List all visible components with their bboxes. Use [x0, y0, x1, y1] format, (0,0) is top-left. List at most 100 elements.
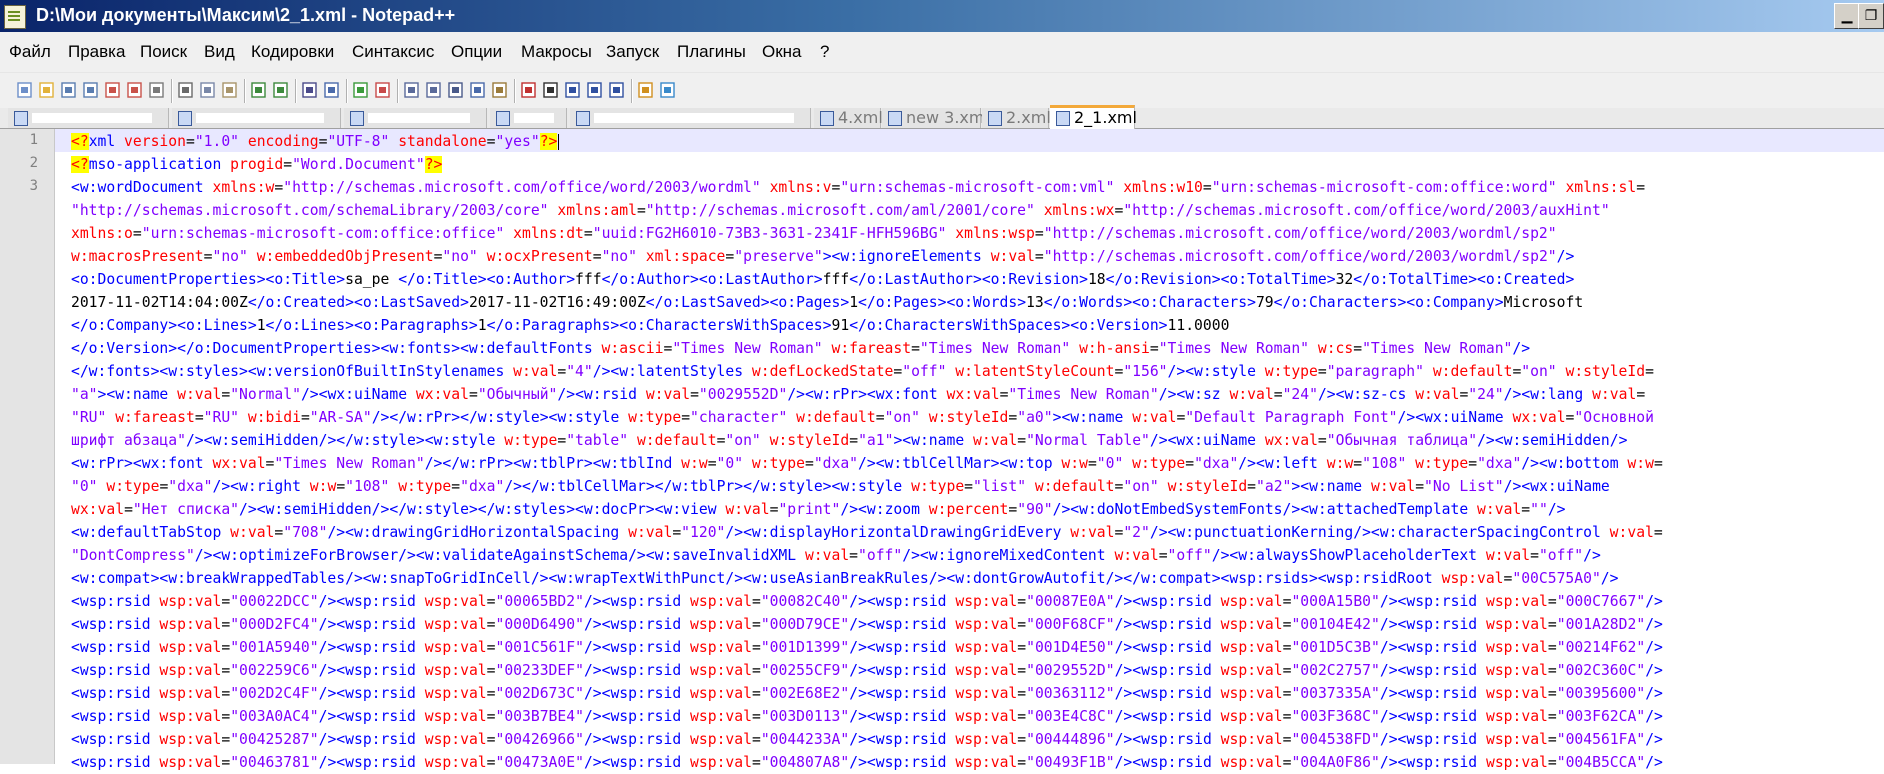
- tab-new-3-xml[interactable]: new 3.xml: [882, 108, 989, 128]
- macro-stop-icon[interactable]: [542, 80, 560, 100]
- code-token: /><wsp:rsid: [583, 754, 682, 771]
- code-token: =: [1176, 409, 1186, 426]
- code-token: "No List": [1424, 478, 1504, 495]
- code-token: 79: [1255, 294, 1274, 311]
- undo-icon[interactable]: [250, 80, 268, 100]
- code-token: "90": [1017, 501, 1053, 518]
- code-token: "uuid:FG2H6010-73B3-3631-2341F-HFH596BG": [592, 225, 947, 242]
- zoom-out-icon[interactable]: [374, 80, 392, 100]
- menu-options[interactable]: Опции: [451, 42, 502, 62]
- code-token: /><wsp:rsid: [849, 662, 947, 679]
- tab-redacted-1[interactable]: [8, 108, 169, 128]
- macro-save-icon[interactable]: [608, 80, 626, 100]
- code-token: wsp:val: [946, 616, 1018, 633]
- document-icon: [888, 111, 902, 126]
- code-token: /><wsp:rsid: [1379, 754, 1478, 771]
- tab-redacted-4[interactable]: [490, 108, 567, 128]
- code-token: =: [681, 409, 691, 426]
- sync-horizontal-icon[interactable]: [425, 80, 443, 100]
- code-token: 1: [477, 317, 487, 334]
- code-token: wsp:val: [1477, 662, 1548, 679]
- code-token: =: [221, 386, 231, 403]
- code-token: /><wsp:rsid: [849, 731, 947, 748]
- code-token: "Times New Roman": [672, 340, 823, 357]
- zoom-in-icon[interactable]: [352, 80, 370, 100]
- document-icon: [988, 111, 1002, 126]
- minimize-button[interactable]: ▁: [1834, 3, 1860, 29]
- menu-view[interactable]: Вид: [204, 42, 235, 62]
- code-token: w:w: [300, 478, 337, 495]
- tab-redacted-2[interactable]: [172, 108, 341, 128]
- menu-file[interactable]: Файл: [9, 42, 51, 62]
- code-token: =: [557, 432, 567, 449]
- code-token: "print": [778, 501, 841, 518]
- tab-redacted-5[interactable]: [570, 108, 811, 128]
- menu-syntax[interactable]: Синтаксис: [352, 42, 434, 62]
- new-file-icon[interactable]: [16, 80, 34, 100]
- menu-window[interactable]: Окна: [762, 42, 802, 62]
- redo-icon[interactable]: [272, 80, 290, 100]
- code-line: <w:compat><w:breakWrappedTables/><w:snap…: [71, 567, 1618, 590]
- code-token: =: [1017, 616, 1027, 633]
- menu-run[interactable]: Запуск: [606, 42, 659, 62]
- code-token: w:default: [1026, 478, 1115, 495]
- code-token: =: [1653, 524, 1663, 541]
- open-file-icon[interactable]: [38, 80, 56, 100]
- menu-encoding[interactable]: Кодировки: [251, 42, 334, 62]
- spell-check-icon[interactable]: [659, 80, 677, 100]
- code-token: /><w:latentStyles: [592, 363, 744, 380]
- code-line: <?xml version="1.0" encoding="UTF-8" sta…: [71, 130, 560, 153]
- paste-icon[interactable]: [221, 80, 239, 100]
- menu-bar: Файл Правка Поиск Вид Кодировки Синтакси…: [0, 32, 1884, 72]
- code-token: шрифт абзаца": [71, 432, 186, 449]
- code-token: ><w:name: [97, 386, 169, 403]
- macro-run-multiple-icon[interactable]: [586, 80, 604, 100]
- menu-plugins[interactable]: Плагины: [677, 42, 746, 62]
- code-token: w:val: [1477, 547, 1531, 564]
- code-token: /><wsp:rsid: [1379, 708, 1478, 725]
- tab-2-xml[interactable]: 2.xml: [982, 108, 1051, 128]
- code-token: =: [1158, 547, 1168, 564]
- code-token: ><w:name: [1291, 478, 1363, 495]
- code-token: "a2": [1256, 478, 1292, 495]
- tab-2-1-xml[interactable]: 2_1.xml: [1050, 105, 1137, 131]
- code-token: "http://schemas.microsoft.com/office/wor…: [1043, 225, 1557, 242]
- code-token: =: [875, 409, 885, 426]
- code-token: "120": [681, 524, 726, 541]
- code-token: w:type: [743, 455, 805, 472]
- replace-icon[interactable]: [323, 80, 341, 100]
- menu-macros[interactable]: Макросы: [521, 42, 592, 62]
- menu-search[interactable]: Поиск: [140, 42, 187, 62]
- code-token: =: [1547, 593, 1557, 610]
- code-token: </o:Revision><o:TotalTime>: [1105, 271, 1336, 288]
- code-token: "": [1530, 501, 1548, 518]
- launch-browser-icon[interactable]: [637, 80, 655, 100]
- copy-icon[interactable]: [199, 80, 217, 100]
- notepad-app-icon[interactable]: [4, 5, 26, 29]
- show-all-chars-icon[interactable]: [469, 80, 487, 100]
- close-icon[interactable]: [104, 80, 122, 100]
- code-token: "002259C6": [230, 662, 319, 679]
- code-token: /><w:bottom: [1521, 455, 1619, 472]
- word-wrap-icon[interactable]: [447, 80, 465, 100]
- editor-text-area[interactable]: <?xml version="1.0" encoding="UTF-8" sta…: [55, 129, 1884, 771]
- code-token: w:default: [628, 432, 717, 449]
- macro-record-icon[interactable]: [520, 80, 538, 100]
- code-token: </o:Words><o:Characters>: [1043, 294, 1256, 311]
- menu-edit[interactable]: Правка: [68, 42, 125, 62]
- find-icon[interactable]: [301, 80, 319, 100]
- code-token: wsp:val: [946, 708, 1018, 725]
- cut-icon[interactable]: [177, 80, 195, 100]
- close-all-icon[interactable]: [126, 80, 144, 100]
- indent-guide-icon[interactable]: [491, 80, 509, 100]
- tab-4-xml[interactable]: 4.xml: [814, 108, 883, 128]
- maximize-button[interactable]: ❐: [1858, 3, 1884, 29]
- macro-play-icon[interactable]: [564, 80, 582, 100]
- code-token: "00463781": [230, 754, 319, 771]
- save-all-icon[interactable]: [82, 80, 100, 100]
- menu-help[interactable]: ?: [820, 42, 829, 62]
- print-icon[interactable]: [148, 80, 166, 100]
- tab-redacted-3[interactable]: [344, 108, 487, 128]
- save-icon[interactable]: [60, 80, 78, 100]
- sync-vertical-icon[interactable]: [403, 80, 421, 100]
